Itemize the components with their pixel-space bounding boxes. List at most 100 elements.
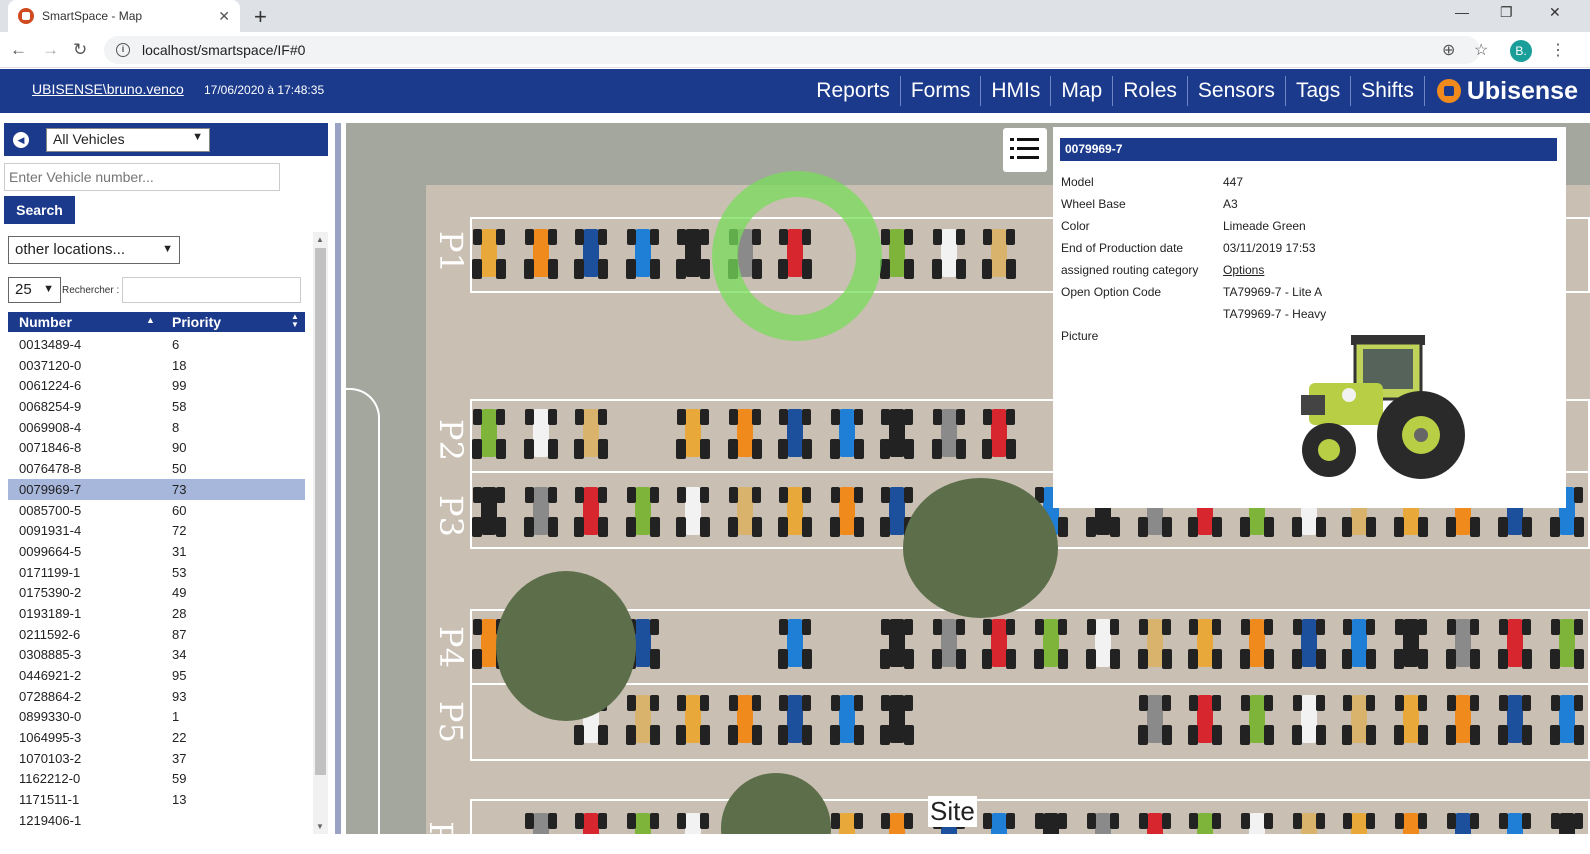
tractor-marker[interactable] <box>1394 613 1428 673</box>
search-button[interactable]: Search <box>4 196 75 224</box>
tractor-marker[interactable] <box>1550 689 1584 749</box>
page-length-select[interactable]: 25 ▼ <box>8 277 61 303</box>
collapse-panel-icon[interactable]: ◀ <box>13 132 29 148</box>
close-window-icon[interactable]: ✕ <box>1549 4 1561 21</box>
tractor-marker[interactable] <box>728 689 762 749</box>
table-row[interactable]: 0091931-4 72 <box>8 520 305 541</box>
tractor-marker[interactable] <box>1446 613 1480 673</box>
tractor-marker[interactable] <box>880 613 914 673</box>
bookmark-star-icon[interactable]: ☆ <box>1474 40 1488 60</box>
tractor-marker[interactable] <box>1292 807 1326 834</box>
table-row[interactable]: 1171511-1 13 <box>8 789 305 810</box>
table-row[interactable]: 0211592-6 87 <box>8 624 305 645</box>
tractor-marker[interactable] <box>1138 613 1172 673</box>
tractor-marker[interactable] <box>728 403 762 463</box>
tractor-marker[interactable] <box>778 689 812 749</box>
tractor-marker[interactable] <box>676 223 710 283</box>
tractor-marker[interactable] <box>1292 689 1326 749</box>
sort-both-icon[interactable]: ▲ ▼ <box>291 313 299 329</box>
tractor-marker[interactable] <box>574 403 608 463</box>
tractor-marker[interactable] <box>626 223 660 283</box>
tractor-marker[interactable] <box>932 223 966 283</box>
tractor-marker[interactable] <box>524 223 558 283</box>
tractor-marker[interactable] <box>1498 613 1532 673</box>
column-number[interactable]: Number <box>19 314 72 330</box>
nav-forms[interactable]: Forms <box>901 76 982 106</box>
tractor-marker[interactable] <box>1498 689 1532 749</box>
tractor-marker[interactable] <box>728 481 762 541</box>
table-row[interactable]: 0085700-5 60 <box>8 500 305 521</box>
back-icon[interactable]: ← <box>10 40 27 60</box>
tractor-marker[interactable] <box>1240 689 1274 749</box>
close-tab-icon[interactable]: ✕ <box>218 8 230 25</box>
table-row[interactable]: 0099664-5 31 <box>8 541 305 562</box>
tractor-marker[interactable] <box>778 481 812 541</box>
tractor-marker[interactable] <box>982 223 1016 283</box>
table-row[interactable]: 0013489-4 6 <box>8 334 305 355</box>
table-row[interactable]: 1070103-2 37 <box>8 748 305 769</box>
tractor-marker[interactable] <box>1446 807 1480 834</box>
tractor-marker[interactable] <box>1188 807 1222 834</box>
tractor-marker[interactable] <box>1498 807 1532 834</box>
tractor-marker[interactable] <box>982 613 1016 673</box>
tractor-marker[interactable] <box>830 689 864 749</box>
table-row[interactable]: 0171199-1 53 <box>8 562 305 583</box>
vehicle-number-input[interactable] <box>4 163 280 191</box>
tractor-marker[interactable] <box>880 807 914 834</box>
browser-menu-icon[interactable]: ⋮ <box>1550 40 1566 60</box>
table-row[interactable]: 0071846-8 90 <box>8 437 305 458</box>
tractor-marker[interactable] <box>626 481 660 541</box>
tractor-marker[interactable] <box>574 481 608 541</box>
tractor-marker[interactable] <box>524 403 558 463</box>
scroll-up-icon[interactable]: ▲ <box>316 235 324 244</box>
table-row[interactable]: 1219406-1 <box>8 810 305 831</box>
nav-roles[interactable]: Roles <box>1113 76 1188 106</box>
tractor-marker[interactable] <box>472 403 506 463</box>
table-row[interactable]: 0061224-6 99 <box>8 375 305 396</box>
sort-asc-icon[interactable]: ▲ <box>146 315 155 325</box>
table-search-input[interactable] <box>122 277 301 303</box>
minimize-icon[interactable]: — <box>1455 4 1469 20</box>
zoom-icon[interactable]: ⊕ <box>1442 40 1455 60</box>
restore-icon[interactable]: ❐ <box>1500 4 1513 21</box>
tractor-marker[interactable] <box>982 807 1016 834</box>
nav-map[interactable]: Map <box>1051 76 1114 106</box>
tractor-marker[interactable] <box>574 223 608 283</box>
tractor-marker[interactable] <box>524 807 558 834</box>
tractor-marker[interactable] <box>626 689 660 749</box>
forward-icon[interactable]: → <box>42 40 59 60</box>
reload-icon[interactable]: ↻ <box>73 40 87 60</box>
nav-shifts[interactable]: Shifts <box>1351 76 1425 106</box>
tractor-marker[interactable] <box>676 807 710 834</box>
tractor-marker[interactable] <box>1138 807 1172 834</box>
nav-tags[interactable]: Tags <box>1286 76 1352 106</box>
tractor-marker[interactable] <box>830 403 864 463</box>
table-row[interactable]: 0193189-1 28 <box>8 603 305 624</box>
table-row[interactable]: 1162212-0 59 <box>8 768 305 789</box>
tractor-marker[interactable] <box>1240 807 1274 834</box>
tractor-marker[interactable] <box>880 403 914 463</box>
tractor-marker[interactable] <box>1138 689 1172 749</box>
nav-reports[interactable]: Reports <box>806 76 901 106</box>
column-priority[interactable]: Priority <box>172 314 221 330</box>
tractor-marker[interactable] <box>778 613 812 673</box>
table-row[interactable]: 0076478-8 50 <box>8 458 305 479</box>
tractor-marker[interactable] <box>1034 613 1068 673</box>
tractor-marker[interactable] <box>676 481 710 541</box>
tractor-marker[interactable] <box>1086 807 1120 834</box>
tractor-marker[interactable] <box>1342 807 1376 834</box>
tractor-marker[interactable] <box>1342 689 1376 749</box>
panel-splitter[interactable] <box>335 123 341 834</box>
tractor-marker[interactable] <box>778 403 812 463</box>
scroll-down-icon[interactable]: ▼ <box>316 822 324 831</box>
table-scrollbar[interactable]: ▲ ▼ <box>313 232 328 834</box>
options-link[interactable]: Options <box>1223 263 1264 277</box>
tractor-marker[interactable] <box>1342 613 1376 673</box>
tractor-marker[interactable] <box>626 807 660 834</box>
tractor-marker[interactable] <box>1292 613 1326 673</box>
tractor-marker[interactable] <box>1034 807 1068 834</box>
tractor-marker[interactable] <box>1446 689 1480 749</box>
tractor-marker[interactable] <box>472 223 506 283</box>
tractor-marker[interactable] <box>472 481 506 541</box>
tractor-marker[interactable] <box>932 403 966 463</box>
